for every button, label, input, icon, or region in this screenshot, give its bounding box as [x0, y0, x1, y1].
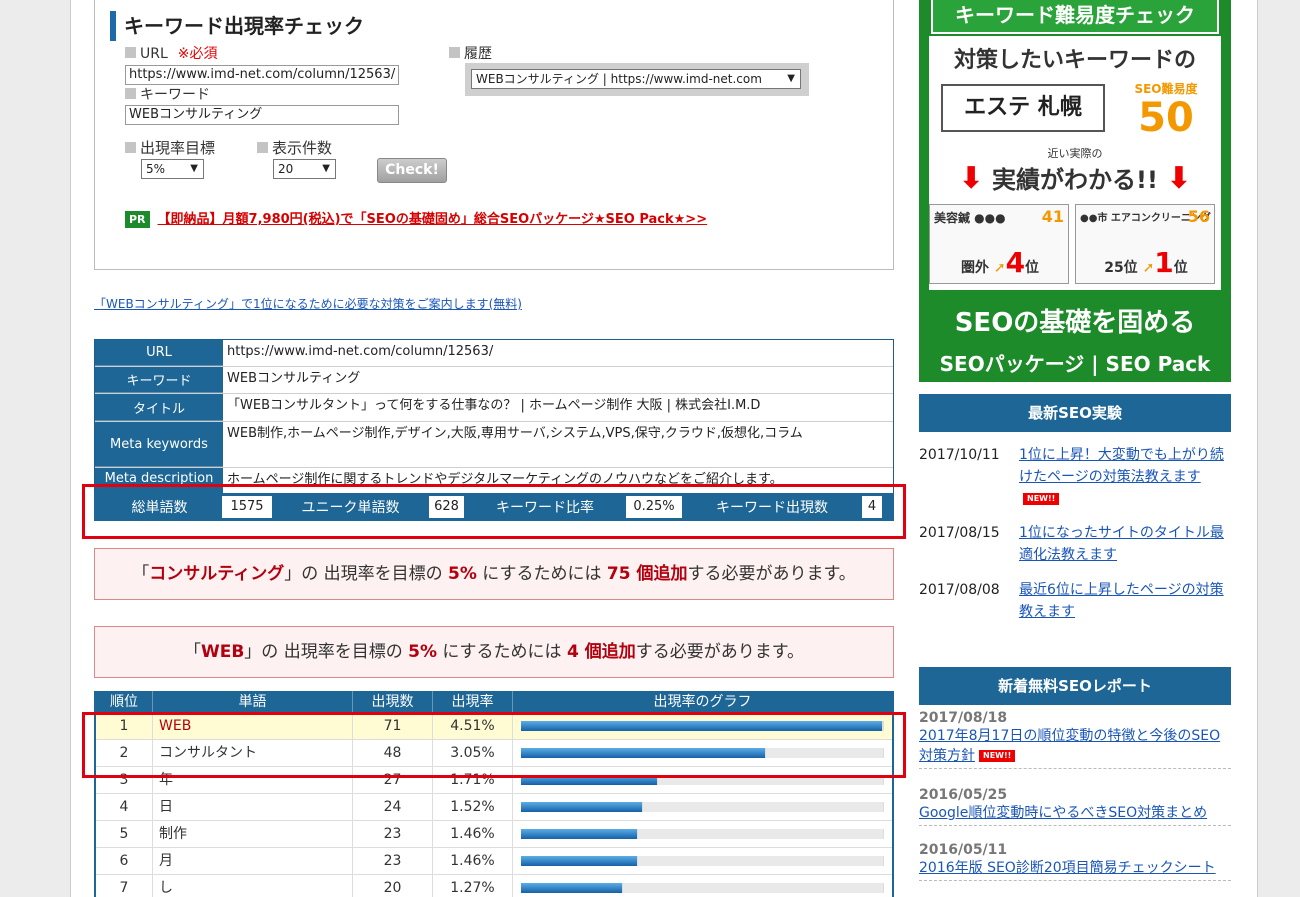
report-item: 2017/08/18 2017年8月17日の順位変動の特徴と今後のSEO対策方針 N…	[919, 710, 1231, 769]
down-arrow-icon: ⬇	[1166, 161, 1192, 196]
latest-item: 2017/08/08 最近6位に上昇したページの対策教えます	[919, 579, 1231, 623]
pr-link[interactable]: PR 【即納品】月額7,980円(税込)で「SEOの基礎固め」総合SEOパッケージ…	[125, 211, 707, 229]
table-row: 6 月 23 1.46%	[96, 848, 892, 875]
latest-item-link[interactable]: 1位になったサイトのタイトル最適化法教えます	[1019, 522, 1231, 566]
page-info-table: URL https://www.imd-net.com/column/12563/…	[94, 339, 894, 495]
square-bullet-icon	[449, 47, 460, 58]
rank-cell: 5	[96, 821, 153, 847]
banner-footer-headline: SEOの基礎を固める	[954, 308, 1196, 338]
dropdown-arrow-icon: ▼	[322, 163, 330, 174]
banner-results-text: 近い実際の ⬇ 実績がわかる!! ⬇	[958, 147, 1192, 197]
url-input[interactable]: https://www.imd-net.com/column/12563/	[125, 65, 399, 85]
history-select[interactable]: WEBコンサルティング | https://www.imd-net.com ▼	[471, 69, 801, 89]
banner-footer-subline: SEOパッケージ | SEO Pack	[939, 352, 1211, 376]
dropdown-arrow-icon: ▼	[190, 163, 198, 174]
history-label: 履歴	[449, 45, 492, 63]
banner-body: 対策したいキーワードの エステ 札幌 SEO難易度 50 近い実際の ⬇ 実績がわか…	[929, 36, 1221, 290]
check-button[interactable]: Check!	[377, 158, 447, 183]
latest-item-link[interactable]: 1位に上昇！大変動でも上がり続けたページの対策法教えますNEW!!	[1019, 444, 1231, 510]
word-cell: し	[153, 875, 353, 897]
rank-cell: 7	[96, 875, 153, 897]
rank-cell: 4	[96, 794, 153, 820]
graph-cell	[513, 875, 892, 897]
rate-bar	[521, 802, 643, 812]
table-row: 5 制作 23 1.46%	[96, 821, 892, 848]
rate-cell: 1.52%	[433, 794, 513, 820]
table-row: 7 し 20 1.27%	[96, 875, 892, 897]
info-row-url: URL https://www.imd-net.com/column/12563/	[95, 340, 893, 367]
new-badge: NEW!!	[1023, 493, 1060, 505]
banner-case-2: ●●市 エアコンクリーニング 56 25位 ➚1位	[1075, 204, 1215, 284]
keyword-difficulty-banner[interactable]: キーワード難易度チェック 対策したいキーワードの エステ 札幌 SEO難易度 50…	[919, 0, 1231, 382]
info-row-meta-keywords: Meta keywords WEB制作,ホームページ制作,デザイン,大阪,専用サー…	[95, 422, 893, 468]
guide-link[interactable]: 「WEBコンサルティング」で1位になるために必要な対策をご案内します(無料)	[94, 295, 522, 312]
rate-cell: 1.46%	[433, 821, 513, 847]
count-cell: 23	[353, 821, 433, 847]
rank-table-header: 順位 単語 出現数 出現率 出現率のグラフ	[96, 691, 892, 713]
table-row: 4 日 24 1.52%	[96, 794, 892, 821]
latest-item: 2017/08/15 1位になったサイトのタイトル最適化法教えます	[919, 522, 1231, 566]
count-label: 表示件数	[257, 139, 332, 157]
latest-item: 2017/10/11 1位に上昇！大変動でも上がり続けたページの対策法教えますNE…	[919, 444, 1231, 510]
form-title: キーワード出現率チェック	[110, 11, 364, 41]
banner-title: キーワード難易度チェック	[931, 0, 1219, 34]
bar-track	[521, 856, 884, 866]
rate-bar	[521, 856, 639, 866]
banner-keyword: エステ 札幌	[941, 84, 1105, 132]
up-arrow-icon: ➚	[1142, 260, 1155, 276]
latest-seo-heading: 最新SEO実験	[919, 394, 1231, 432]
graph-cell	[513, 821, 892, 847]
square-bullet-icon	[257, 142, 268, 153]
rate-bar	[521, 829, 639, 839]
count-select[interactable]: 20 ▼	[273, 159, 336, 179]
free-reports-heading: 新着無料SEOレポート	[919, 667, 1231, 705]
advice-message-2: 「WEB」の 出現率を目標の 5% にするためには 4 個追加する必要があります…	[94, 626, 894, 678]
rate-cell: 1.46%	[433, 848, 513, 874]
word-cell: 月	[153, 848, 353, 874]
report-item: 2016/05/11 2016年版 SEO診断20項目簡易チェックシート	[919, 842, 1231, 881]
square-bullet-icon	[125, 142, 136, 153]
top-words-highlight-frame	[82, 712, 906, 778]
count-cell: 20	[353, 875, 433, 897]
count-cell: 24	[353, 794, 433, 820]
target-label: 出現率目標	[125, 139, 215, 157]
url-label: URL ※必須	[125, 45, 218, 63]
count-cell: 23	[353, 848, 433, 874]
bar-track	[521, 883, 884, 893]
keyword-label: キーワード	[125, 86, 210, 104]
report-item-link[interactable]: 2017年8月17日の順位変動の特徴と今後のSEO対策方針 NEW!!	[919, 726, 1231, 766]
report-item: 2016/05/25 Google順位変動時にやるべきSEO対策まとめ	[919, 787, 1231, 826]
rank-cell: 6	[96, 848, 153, 874]
banner-case-1: 美容鍼 ●●● 41 圏外 ➚4位	[929, 204, 1069, 284]
advice-message-1: 「コンサルティング」の 出現率を目標の 5% にするためには 75 個追加する必…	[94, 548, 894, 600]
report-item-link[interactable]: Google順位変動時にやるべきSEO対策まとめ	[919, 803, 1231, 823]
square-bullet-icon	[125, 47, 136, 58]
target-select[interactable]: 5% ▼	[141, 159, 204, 179]
banner-tagline: 対策したいキーワードの	[953, 48, 1196, 73]
word-cell: 日	[153, 794, 353, 820]
graph-cell	[513, 794, 892, 820]
dropdown-arrow-icon: ▼	[787, 73, 795, 84]
word-cell: 制作	[153, 821, 353, 847]
report-item-link[interactable]: 2016年版 SEO診断20項目簡易チェックシート	[919, 858, 1231, 878]
new-badge: NEW!!	[979, 750, 1016, 762]
down-arrow-icon: ⬇	[958, 161, 984, 196]
bar-track	[521, 802, 884, 812]
info-row-title: タイトル 「WEBコンサルタント」って何をする仕事なの？ | ホームページ制作 大…	[95, 394, 893, 422]
bar-track	[521, 829, 884, 839]
pr-badge: PR	[125, 211, 150, 228]
rate-cell: 1.27%	[433, 875, 513, 897]
required-mark: ※必須	[177, 46, 218, 62]
graph-cell	[513, 848, 892, 874]
square-bullet-icon	[125, 88, 136, 99]
stats-highlight-frame	[82, 484, 906, 539]
banner-score: SEO難易度 50	[1134, 82, 1198, 141]
rate-bar	[521, 883, 623, 893]
up-arrow-icon: ➚	[993, 260, 1006, 276]
info-row-keyword: キーワード WEBコンサルティング	[95, 367, 893, 394]
latest-item-link[interactable]: 最近6位に上昇したページの対策教えます	[1019, 579, 1231, 623]
keyword-input[interactable]: WEBコンサルティング	[125, 105, 399, 125]
